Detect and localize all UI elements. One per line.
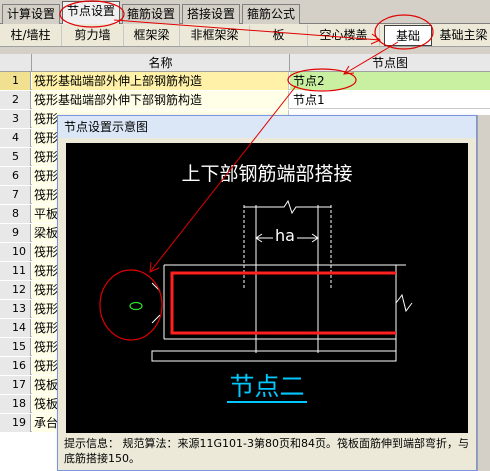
row-name[interactable]: 筏形基础端部外伸下部钢筋构造 (32, 91, 289, 109)
tab-frame-beam[interactable]: 框架梁 (124, 25, 180, 46)
node-column-header[interactable]: 节点图 (290, 54, 490, 72)
row-number: 16 (0, 357, 31, 375)
tab-stirrup-settings[interactable]: 箍筋设置 (122, 4, 180, 24)
popup-title: 节点设置示意图 (58, 116, 476, 138)
top-tab-bar: 计算设置 节点设置 箍筋设置 搭接设置 箍筋公式 (0, 0, 490, 25)
row-number: 10 (0, 243, 31, 261)
tab-non-frame-beam[interactable]: 非框架梁 (180, 25, 250, 46)
row-number: 3 (0, 110, 31, 128)
tab-slab[interactable]: 板 (250, 25, 308, 46)
tab-hollow-floor[interactable]: 空心楼盖 (308, 25, 380, 46)
row-number: 6 (0, 167, 31, 185)
tab-lap-settings[interactable]: 搭接设置 (182, 4, 240, 24)
side-panel-edge (477, 115, 490, 471)
row-number: 15 (0, 338, 31, 356)
node-diagram-canvas: 上下部钢筋端部搭接 ha 节点二 (66, 143, 468, 433)
category-tab-bar: 柱/墙柱 剪力墙 框架梁 非框架梁 板 空心楼盖 基础 基础主梁 (0, 24, 490, 47)
row-number: 17 (0, 376, 31, 394)
tab-shear-wall[interactable]: 剪力墙 (62, 25, 124, 46)
row-number: 12 (0, 281, 31, 299)
row-number: 8 (0, 205, 31, 223)
row-number: 4 (0, 129, 31, 147)
name-column-header[interactable]: 名称 (32, 54, 290, 72)
row-number: 9 (0, 224, 31, 242)
row-number: 2 (0, 91, 31, 109)
row-number: 14 (0, 319, 31, 337)
grid-header: 名称 节点图 (0, 54, 490, 72)
row-number: 18 (0, 395, 31, 413)
row-number: 5 (0, 148, 31, 166)
dimension-label: ha (273, 226, 297, 245)
tab-column-wall[interactable]: 柱/墙柱 (0, 25, 62, 46)
row-node[interactable]: 节点1 (290, 91, 490, 109)
node-diagram-popup: 节点设置示意图 上下部钢筋端部搭接 ha 节点二 提示信息： 规范算法：来源11… (57, 115, 477, 471)
tab-stirrup-formula[interactable]: 箍筋公式 (242, 4, 300, 24)
row-number: 7 (0, 186, 31, 204)
row-number: 1 (0, 72, 31, 90)
table-row[interactable]: 1 筏形基础端部外伸上部钢筋构造 节点2 (0, 72, 490, 90)
row-number: 19 (0, 414, 31, 432)
tab-foundation[interactable]: 基础 (384, 25, 432, 46)
tab-calc-settings[interactable]: 计算设置 (2, 4, 60, 24)
row-number: 11 (0, 262, 31, 280)
row-name[interactable]: 筏形基础端部外伸上部钢筋构造 (32, 72, 289, 90)
row-number: 13 (0, 300, 31, 318)
row-node[interactable]: 节点2 (290, 72, 490, 90)
table-row[interactable]: 2 筏形基础端部外伸下部钢筋构造 节点1 (0, 91, 490, 109)
hint-text: 提示信息： 规范算法：来源11G101-3第80页和84页。筏板面筋伸到端部弯折… (64, 437, 469, 465)
tab-node-settings[interactable]: 节点设置 (62, 1, 120, 25)
node-label: 节点二 (227, 372, 307, 403)
tab-foundation-main-beam[interactable]: 基础主梁 (434, 25, 490, 46)
row-number-header (0, 54, 32, 72)
